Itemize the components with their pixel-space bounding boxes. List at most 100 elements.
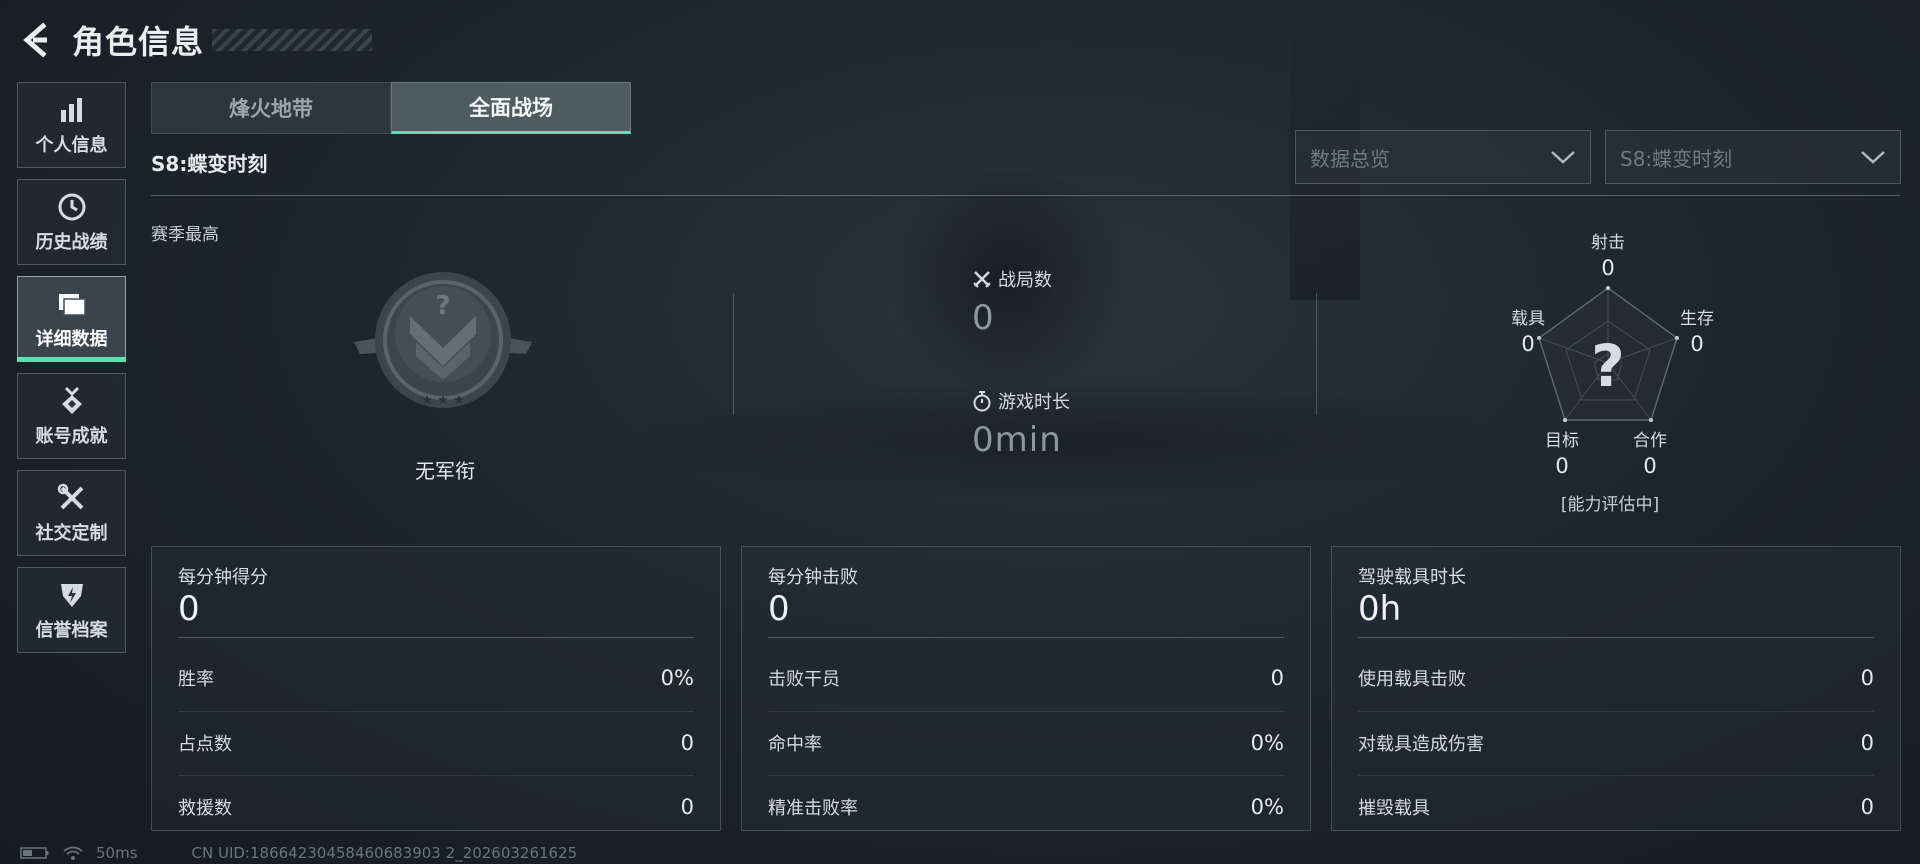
sidebar-item-label: 历史战绩: [35, 232, 108, 253]
stat-row-value: 0%: [1250, 794, 1284, 819]
overview-dropdown-value: 数据总览: [1310, 146, 1390, 171]
stat-row: 精准击败率 0%: [768, 775, 1284, 837]
radar-value-vehicle: 0: [1521, 332, 1535, 356]
svg-text:?: ?: [435, 291, 450, 321]
stat-row: 救援数 0: [178, 775, 694, 837]
page-title: 角色信息: [72, 23, 205, 61]
card-divider: [178, 637, 694, 638]
radar-value-survival: 0: [1690, 332, 1704, 356]
rank-emblem-icon: ? ★ ★ ★: [350, 270, 536, 420]
stat-row-label: 胜率: [178, 669, 214, 690]
back-button[interactable]: [18, 20, 52, 60]
radar-label-objective: 目标: [1545, 431, 1579, 451]
sidebar-item-label: 信誉档案: [35, 620, 108, 641]
sidebar-item-label: 账号成就: [35, 426, 108, 447]
sidebar-item-reputation[interactable]: 信誉档案: [17, 567, 126, 653]
stat-row: 对载具造成伤害 0: [1358, 711, 1874, 773]
card-value: 0: [768, 589, 790, 629]
stat-row-label: 救援数: [178, 797, 232, 819]
sidebar-item-history[interactable]: 历史战绩: [17, 179, 126, 265]
sidebar-item-social-custom[interactable]: 社交定制: [17, 470, 126, 556]
stat-card-score: 每分钟得分 0 胜率 0% 占点数 0 救援数 0: [151, 546, 721, 831]
card-title: 每分钟击败: [768, 567, 858, 588]
sidebar-item-achievements[interactable]: 账号成就: [17, 373, 126, 459]
radar-label-vehicle: 载具: [1511, 309, 1545, 329]
radar-value-cooperation: 0: [1643, 454, 1657, 478]
radar-value-shooting: 0: [1601, 256, 1615, 280]
stat-row-label: 命中率: [768, 733, 822, 755]
stat-row-label: 占点数: [178, 733, 232, 755]
folder-icon: [55, 287, 89, 321]
ability-radar-chart: ? 射击 0 生存 0 合作 0 目标 0 载具 0: [1500, 228, 1720, 518]
stat-row-label: 对载具造成伤害: [1358, 733, 1484, 755]
radar-label-survival: 生存: [1680, 309, 1714, 329]
stopwatch-icon: [973, 391, 991, 412]
history-clock-icon: [55, 190, 89, 224]
stat-row: 命中率 0%: [768, 711, 1284, 773]
overview-dropdown[interactable]: 数据总览: [1295, 130, 1591, 184]
matches-value: 0: [972, 298, 995, 338]
status-footer: 50ms CN UID:18664230458460683903 2_20260…: [20, 844, 577, 862]
sidebar-item-label: 详细数据: [35, 329, 108, 350]
stat-row-value: 0: [1860, 730, 1874, 755]
card-title: 驾驶载具时长: [1358, 567, 1466, 588]
title-decoration: [212, 29, 373, 51]
stat-row: 击败干员 0: [768, 647, 1284, 709]
matches-stat: 战局数 0: [972, 266, 1052, 338]
card-divider: [1358, 637, 1874, 638]
playtime-stat: 游戏时长 0min: [972, 388, 1070, 460]
stat-row: 胜率 0%: [178, 647, 694, 709]
season-dropdown[interactable]: S8:蝶变时刻: [1605, 130, 1901, 184]
card-value: 0: [178, 589, 200, 629]
sidebar-item-personal-info[interactable]: 个人信息: [17, 82, 126, 168]
matches-label: 战局数: [998, 270, 1052, 291]
stat-card-vehicle: 驾驶载具时长 0h 使用载具击败 0 对载具造成伤害 0 摧毁载具 0: [1331, 546, 1901, 831]
radar-value-objective: 0: [1555, 454, 1569, 478]
stat-row-label: 使用载具击败: [1358, 669, 1466, 690]
bar-chart-icon: [55, 93, 89, 127]
stat-row-value: 0: [1860, 666, 1874, 690]
sidebar-item-detailed-data[interactable]: 详细数据: [17, 276, 126, 362]
stat-row-value: 0%: [1250, 730, 1284, 755]
radar-status: [能力评估中]: [1560, 495, 1660, 515]
stat-row-value: 0: [680, 794, 694, 819]
vertical-divider: [1316, 293, 1317, 415]
rank-name: 无军衔: [415, 459, 475, 483]
playtime-value: 0min: [972, 420, 1062, 460]
stat-card-kills: 每分钟击败 0 击败干员 0 命中率 0% 精准击败率 0%: [741, 546, 1311, 831]
vertical-divider: [733, 293, 734, 415]
back-arrow-icon: [23, 22, 47, 58]
battery-icon: [20, 847, 49, 859]
ping-value: 50ms: [96, 844, 138, 862]
card-title: 每分钟得分: [178, 567, 268, 588]
sidebar-item-label: 个人信息: [35, 135, 108, 156]
shield-lightning-icon: [55, 578, 89, 612]
radar-unknown-mark: ?: [1591, 332, 1625, 400]
chevron-down-icon: [1551, 151, 1575, 164]
medal-icon: [55, 384, 89, 418]
card-value: 0h: [1358, 589, 1402, 629]
radar-label-cooperation: 合作: [1633, 431, 1667, 451]
season-title: S8:蝶变时刻: [151, 152, 268, 176]
playtime-label: 游戏时长: [998, 392, 1070, 413]
stat-row-value: 0: [1860, 794, 1874, 819]
header: 角色信息: [18, 18, 373, 62]
tab-fenghuo[interactable]: 烽火地带: [151, 82, 391, 134]
radar-label-shooting: 射击: [1591, 233, 1625, 253]
chevron-down-icon: [1861, 151, 1885, 164]
wifi-icon: [63, 846, 83, 860]
season-dropdown-value: S8:蝶变时刻: [1620, 146, 1733, 171]
sidebar: 个人信息 历史战绩 详细数据 账号成就 社交定制 信誉档案: [17, 82, 127, 664]
season-best-label: 赛季最高: [151, 225, 219, 245]
background-ground-shadow: [620, 380, 1520, 500]
mode-tabs: 烽火地带 全面战场: [151, 82, 631, 134]
tab-full-battlefield[interactable]: 全面战场: [391, 82, 631, 134]
section-divider: [151, 195, 1900, 196]
tools-icon: [55, 481, 89, 515]
stat-row-value: 0: [1270, 666, 1284, 690]
stat-row-value: 0: [680, 730, 694, 755]
stat-row-value: 0%: [660, 666, 694, 690]
stat-row: 占点数 0: [178, 711, 694, 773]
card-divider: [768, 637, 1284, 638]
stat-row-label: 击败干员: [768, 669, 840, 690]
